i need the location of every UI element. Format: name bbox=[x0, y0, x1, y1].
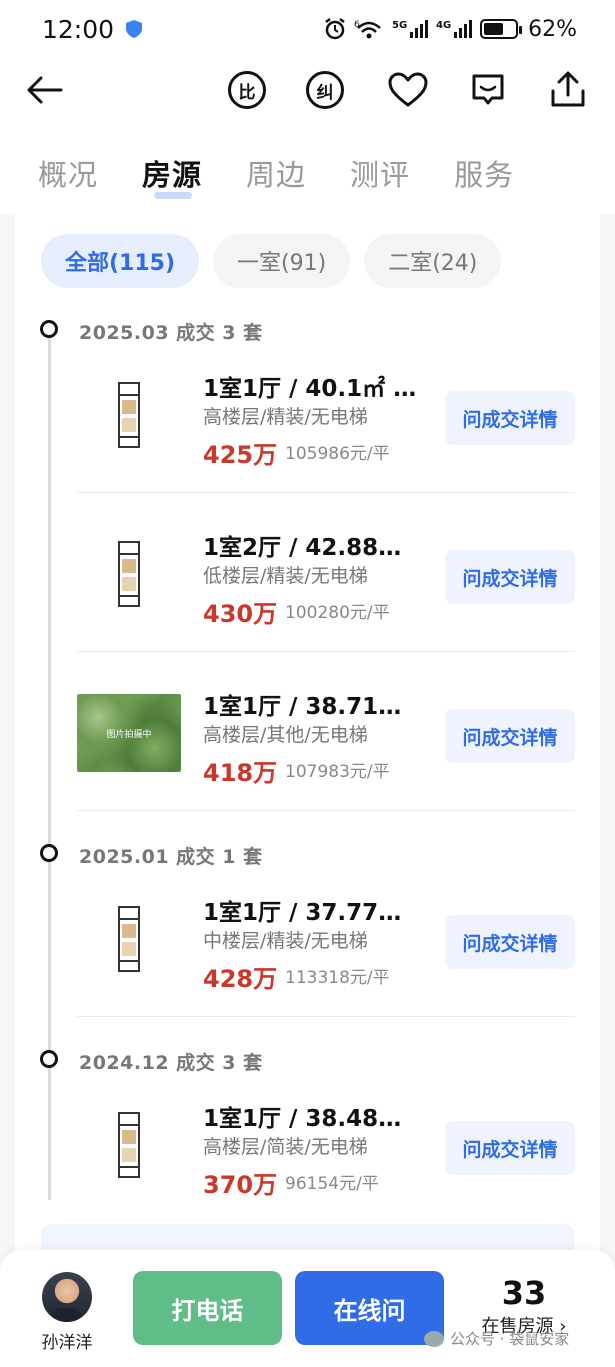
compare-button[interactable]: 比 bbox=[225, 68, 269, 112]
tab-review[interactable]: 测评 bbox=[350, 124, 410, 194]
listing-attributes: 中楼层/精装/无电梯 bbox=[203, 930, 368, 952]
listing-price: 370万 bbox=[203, 1171, 278, 1199]
section-tabs: 概况 房源 周边 测评 服务 bbox=[0, 124, 615, 214]
top-toolbar: 比 纠 bbox=[0, 58, 615, 124]
svg-text:4G: 4G bbox=[436, 20, 451, 31]
divider bbox=[77, 1016, 575, 1017]
listing-item[interactable]: 1室1厅 / 37.77㎡ ... 中楼层/精装/无电梯 428万 113318… bbox=[77, 859, 575, 1017]
heart-icon bbox=[388, 72, 428, 107]
bottom-action-bar: 孙洋洋 打电话 在线问 33 在售房源 › bbox=[0, 1250, 615, 1367]
compare-icon: 比 bbox=[228, 71, 266, 109]
message-button[interactable] bbox=[466, 68, 510, 112]
share-button[interactable] bbox=[546, 68, 590, 112]
timeline-dot bbox=[40, 1050, 58, 1068]
ask-deal-details-button[interactable]: 问成交详情 bbox=[445, 1121, 575, 1175]
ask-deal-details-button[interactable]: 问成交详情 bbox=[445, 709, 575, 763]
filter-one-room[interactable]: 一室(91) bbox=[213, 234, 351, 288]
message-icon bbox=[472, 74, 504, 105]
battery-percent: 62% bbox=[528, 16, 577, 42]
share-icon bbox=[551, 71, 585, 107]
agent-profile[interactable]: 孙洋洋 bbox=[36, 1272, 98, 1353]
signal-4g-icon: 4G bbox=[436, 20, 473, 38]
listing-item[interactable]: 1室1厅 / 38.48㎡ ... 高楼层/简装/无电梯 370万 96154元… bbox=[77, 1065, 575, 1223]
status-bar: 12:00 6 5G 4G 62% bbox=[0, 0, 615, 58]
filter-all[interactable]: 全部(115) bbox=[41, 234, 200, 288]
listing-attributes: 高楼层/精装/无电梯 bbox=[203, 406, 368, 428]
timeline-dot bbox=[40, 844, 58, 862]
wechat-icon bbox=[424, 1330, 444, 1347]
listing-unit-price: 100280元/平 bbox=[285, 603, 390, 623]
listing-price: 425万 bbox=[203, 441, 278, 469]
listing-item[interactable]: 1室2厅 / 42.88㎡ ... 低楼层/精装/无电梯 430万 100280… bbox=[77, 494, 575, 652]
listing-title: 1室1厅 / 38.48㎡ ... bbox=[203, 1106, 418, 1132]
floorplan-thumbnail bbox=[77, 375, 181, 455]
ask-deal-details-button[interactable]: 问成交详情 bbox=[445, 550, 575, 604]
tab-listings[interactable]: 房源 bbox=[142, 124, 202, 199]
status-time: 12:00 bbox=[42, 14, 115, 44]
tab-services[interactable]: 服务 bbox=[454, 124, 514, 194]
floorplan-thumbnail bbox=[77, 899, 181, 979]
listing-unit-price: 107983元/平 bbox=[285, 762, 390, 782]
wifi-icon: 6 bbox=[354, 20, 381, 39]
listing-title: 1室2厅 / 42.88㎡ ... bbox=[203, 535, 418, 561]
tab-overview[interactable]: 概况 bbox=[38, 124, 98, 194]
listing-title: 1室1厅 / 40.1㎡ / ... bbox=[203, 376, 418, 402]
listing-price: 428万 bbox=[203, 965, 278, 993]
divider bbox=[77, 810, 575, 811]
listing-title: 1室1厅 / 38.71㎡ ... bbox=[203, 694, 418, 720]
ask-deal-details-button[interactable]: 问成交详情 bbox=[445, 391, 575, 445]
call-button[interactable]: 打电话 bbox=[133, 1271, 282, 1345]
favorite-button[interactable] bbox=[386, 68, 430, 112]
floorplan-thumbnail bbox=[77, 534, 181, 614]
avatar bbox=[42, 1272, 92, 1322]
room-filter: 全部(115) 一室(91) 二室(24) bbox=[41, 234, 502, 288]
timeline-dot bbox=[40, 320, 58, 338]
shield-icon bbox=[126, 20, 143, 38]
listing-unit-price: 105986元/平 bbox=[285, 444, 390, 464]
tab-surroundings[interactable]: 周边 bbox=[246, 124, 306, 194]
listing-item[interactable]: 图片拍摄中 1室1厅 / 38.71㎡ ... 高楼层/其他/无电梯 418万 … bbox=[77, 653, 575, 811]
listing-attributes: 高楼层/简装/无电梯 bbox=[203, 1136, 368, 1158]
correction-button[interactable]: 纠 bbox=[303, 68, 347, 112]
listing-item[interactable]: 1室1厅 / 40.1㎡ / ... 高楼层/精装/无电梯 425万 10598… bbox=[77, 335, 575, 493]
alarm-icon bbox=[325, 18, 345, 40]
thumbnail-caption: 图片拍摄中 bbox=[106, 729, 152, 740]
battery-indicator: 62% bbox=[480, 17, 577, 42]
svg-text:5G: 5G bbox=[392, 20, 407, 31]
listing-price: 430万 bbox=[203, 600, 278, 628]
divider bbox=[77, 651, 575, 652]
deal-history-panel: 全部(115) 一室(91) 二室(24) 2025.03 成交 3 套 1室1… bbox=[15, 214, 600, 1264]
watermark: 公众号 · 袋鼠安家 bbox=[424, 1328, 569, 1349]
listing-attributes: 高楼层/其他/无电梯 bbox=[203, 724, 368, 746]
listing-unit-price: 113318元/平 bbox=[285, 968, 390, 988]
on-sale-count: 33 bbox=[501, 1274, 547, 1312]
floorplan-thumbnail bbox=[77, 1105, 181, 1185]
back-button[interactable] bbox=[22, 68, 66, 112]
ask-deal-details-button[interactable]: 问成交详情 bbox=[445, 915, 575, 969]
divider bbox=[77, 492, 575, 493]
photo-thumbnail: 图片拍摄中 bbox=[77, 693, 181, 773]
active-tab-indicator bbox=[154, 192, 193, 199]
watermark-text: 公众号 · 袋鼠安家 bbox=[450, 1330, 570, 1348]
listing-unit-price: 96154元/平 bbox=[285, 1174, 379, 1194]
listing-price: 418万 bbox=[203, 759, 278, 787]
filter-two-room[interactable]: 二室(24) bbox=[364, 234, 502, 288]
back-arrow-icon bbox=[27, 76, 63, 104]
correction-icon: 纠 bbox=[306, 71, 344, 109]
online-chat-button[interactable]: 在线问 bbox=[295, 1271, 444, 1345]
listing-title: 1室1厅 / 37.77㎡ ... bbox=[203, 900, 418, 926]
agent-name: 孙洋洋 bbox=[41, 1333, 93, 1353]
listing-attributes: 低楼层/精装/无电梯 bbox=[203, 565, 368, 587]
timeline-line bbox=[48, 332, 51, 1200]
signal-5g-icon: 5G bbox=[392, 20, 429, 38]
